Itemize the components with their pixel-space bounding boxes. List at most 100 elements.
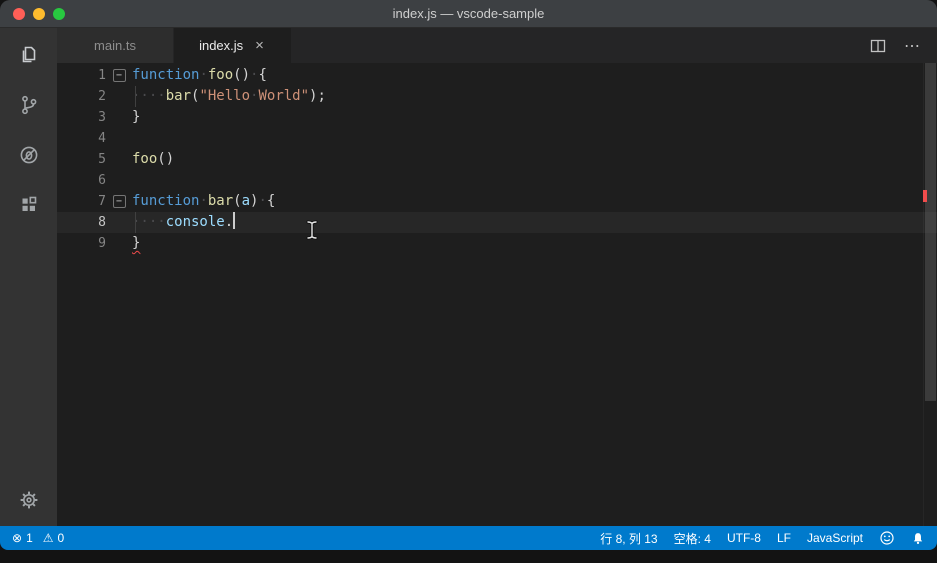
code-token: function [132, 193, 200, 209]
code-line-content [132, 170, 937, 191]
code-token: () [157, 151, 175, 167]
code-line-content: } [132, 107, 937, 128]
problems-status[interactable]: ⊗ 1 ⚠ 0 [12, 531, 64, 545]
code-token: ···· [132, 214, 166, 230]
feedback-smiley-icon[interactable] [879, 530, 895, 546]
code-token: () [233, 67, 251, 83]
vertical-scrollbar [923, 63, 937, 526]
zoom-window-button[interactable] [53, 7, 65, 20]
code-token: · [258, 193, 267, 209]
code-line-content [132, 128, 937, 149]
cursor-position-status[interactable]: 行 8, 列 13 [600, 530, 657, 547]
code-line[interactable]: 6 [57, 170, 937, 191]
settings-button[interactable] [15, 486, 43, 514]
fold-column [106, 128, 132, 149]
language-mode-status[interactable]: JavaScript [807, 531, 863, 545]
code-line[interactable]: 2 ····bar("Hello·World"); [57, 86, 937, 107]
titlebar: index.js — vscode-sample [0, 0, 937, 28]
fold-icon[interactable]: − [112, 195, 126, 208]
line-number: 5 [98, 152, 106, 167]
code-area: 1− function·foo()·{2 ····bar("Hello·World"… [57, 65, 937, 254]
code-token: { [258, 67, 267, 83]
code-token: { [266, 193, 276, 209]
code-token: } [132, 109, 141, 125]
fold-icon[interactable]: − [112, 69, 126, 82]
fold-column [106, 233, 132, 254]
fold-column [106, 170, 132, 191]
code-token: } [132, 235, 141, 251]
code-line-content: foo() [132, 149, 937, 170]
tab-bar: main.ts index.js × ⋯ [57, 28, 937, 63]
sidebar-item-source-control[interactable] [15, 91, 43, 119]
gear-icon [20, 491, 37, 509]
more-actions-icon[interactable]: ⋯ [904, 36, 921, 56]
line-number: 1 [98, 68, 106, 83]
minimize-window-button[interactable] [33, 7, 45, 20]
tab-main-ts[interactable]: main.ts [57, 28, 174, 63]
code-line[interactable]: 8 ····console. [57, 212, 937, 233]
code-token: · [199, 67, 208, 83]
error-icon: ⊗ [12, 531, 23, 545]
fold-column: − [106, 191, 132, 212]
code-token: · [199, 193, 208, 209]
code-token: World" [258, 88, 310, 104]
tab-label: index.js [199, 38, 244, 53]
code-token: ); [309, 88, 326, 104]
scrollbar-thumb[interactable] [925, 63, 936, 401]
files-icon [22, 46, 35, 63]
split-editor-icon[interactable] [870, 39, 886, 53]
code-editor[interactable]: 1− function·foo()·{2 ····bar("Hello·World"… [57, 63, 937, 526]
overview-ruler-error-mark [923, 190, 927, 202]
code-line[interactable]: 1− function·foo()·{ [57, 65, 937, 86]
fold-column: − [106, 65, 132, 86]
close-window-button[interactable] [13, 7, 25, 20]
code-line[interactable]: 5 foo() [57, 149, 937, 170]
extensions-icon [22, 196, 36, 211]
line-number: 3 [98, 110, 106, 125]
status-bar: ⊗ 1 ⚠ 0 行 8, 列 13 空格: 4 UTF-8 LF JavaScr… [0, 526, 937, 550]
indent-guide [135, 86, 136, 107]
line-number: 2 [98, 89, 106, 104]
fold-column [106, 107, 132, 128]
fold-column [106, 149, 132, 170]
indentation-status[interactable]: 空格: 4 [674, 530, 711, 547]
code-line-content: function·bar(a)·{ [132, 191, 937, 212]
line-number: 9 [98, 236, 106, 251]
vscode-window: index.js — vscode-sample main.ts index.j… [0, 0, 937, 550]
code-token: function [132, 67, 200, 83]
code-token: ···· [132, 88, 166, 104]
tab-label: main.ts [94, 38, 136, 53]
warning-count: 0 [57, 531, 65, 545]
window-title: index.js — vscode-sample [392, 6, 545, 21]
sidebar-item-extensions[interactable] [15, 191, 43, 219]
activity-bar [0, 28, 57, 526]
tab-index-js[interactable]: index.js × [174, 28, 291, 63]
code-token: "Hello [199, 88, 251, 104]
line-number: 6 [98, 173, 106, 188]
sidebar-item-explorer[interactable] [15, 41, 43, 69]
close-tab-icon[interactable]: × [253, 38, 266, 53]
code-token: ( [233, 193, 242, 209]
notifications-bell-icon[interactable] [911, 531, 925, 546]
indent-guide [135, 212, 136, 233]
encoding-status[interactable]: UTF-8 [727, 531, 761, 545]
code-line-content: ····console. [132, 212, 937, 233]
git-branch-icon [21, 95, 36, 115]
traffic-lights [0, 7, 65, 20]
code-line[interactable]: 9} [57, 233, 937, 254]
sidebar-item-debug[interactable] [15, 141, 43, 169]
code-token: . [224, 214, 234, 230]
code-line-content: function·foo()·{ [132, 65, 937, 86]
debug-icon [20, 146, 37, 164]
code-line[interactable]: 7− function·bar(a)·{ [57, 191, 937, 212]
editor-actions: ⋯ [870, 28, 937, 63]
editor-group: main.ts index.js × ⋯ 1− function·foo()·{2… [57, 28, 937, 526]
code-line[interactable]: 3} [57, 107, 937, 128]
eol-status[interactable]: LF [777, 531, 791, 545]
code-token: foo [132, 151, 158, 167]
line-number: 4 [98, 131, 106, 146]
line-number: 7 [98, 194, 106, 209]
code-token: foo [207, 67, 234, 83]
code-line[interactable]: 4 [57, 128, 937, 149]
code-token: a [241, 193, 251, 209]
